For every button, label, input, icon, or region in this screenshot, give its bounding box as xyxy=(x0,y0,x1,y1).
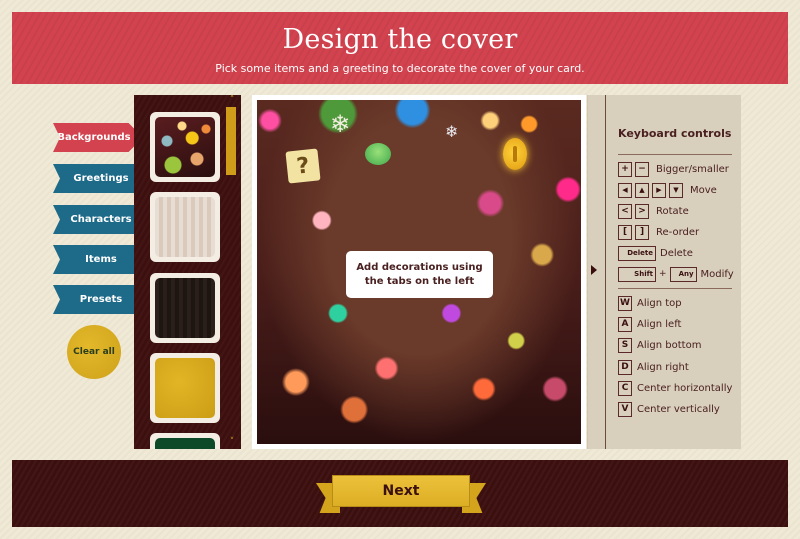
v-key: V xyxy=(618,401,632,417)
divider xyxy=(618,288,732,289)
left-arrow-key: ◀ xyxy=(618,182,632,198)
control-label: Delete xyxy=(660,247,693,259)
control-row-reorder: [ ] Re-order xyxy=(618,224,699,240)
chevron-down-icon[interactable]: ˅ xyxy=(227,437,237,447)
thumbnail-black-knit[interactable] xyxy=(150,273,220,343)
control-row-align-top: W Align top xyxy=(618,295,682,311)
control-row-center-vertically: V Center vertically xyxy=(618,401,720,417)
control-label: Rotate xyxy=(656,205,689,217)
delete-key: Delete xyxy=(618,245,656,261)
plus-key: + xyxy=(618,161,632,177)
thumbnail-image xyxy=(155,117,215,177)
control-row-align-bottom: S Align bottom xyxy=(618,337,701,353)
divider xyxy=(618,154,732,155)
thumbnail-green-pattern[interactable] xyxy=(150,433,220,449)
page-subtitle: Pick some items and a greeting to decora… xyxy=(215,62,585,75)
next-button-label: Next xyxy=(332,475,470,507)
control-row-center-horizontally: C Center horizontally xyxy=(618,380,732,396)
footer-bar: Next xyxy=(12,460,788,527)
a-key: A xyxy=(618,316,632,332)
minus-key: − xyxy=(635,161,649,177)
tab-presets[interactable]: Presets xyxy=(53,285,143,314)
s-key: S xyxy=(618,337,632,353)
control-label: Align bottom xyxy=(637,339,702,351)
left-bracket-key: [ xyxy=(618,224,632,240)
green-shell-decoration[interactable] xyxy=(365,143,391,165)
greater-than-key: > xyxy=(635,203,649,219)
thumbnail-image xyxy=(155,278,215,338)
control-row-modify: Shift + Any Modify xyxy=(618,266,734,282)
control-row-resize: + − Bigger/smaller xyxy=(618,161,729,177)
control-row-move: ◀ ▲ ▶ ▼ Move xyxy=(618,182,717,198)
collapse-panel-arrow-icon[interactable] xyxy=(591,265,597,275)
panel-divider xyxy=(605,95,606,449)
snowflake-decoration[interactable]: ❄ xyxy=(445,122,458,141)
thumbnail-gold-glitter[interactable] xyxy=(150,353,220,423)
next-button[interactable]: Next xyxy=(316,475,486,513)
c-key: C xyxy=(618,380,632,396)
control-row-align-left: A Align left xyxy=(618,316,681,332)
tab-greetings[interactable]: Greetings xyxy=(53,164,143,193)
control-label: Bigger/smaller xyxy=(656,163,729,175)
control-label: Move xyxy=(690,184,717,196)
d-key: D xyxy=(618,359,632,375)
thumbnail-list[interactable]: ˄ ˅ xyxy=(134,95,241,449)
plus-joiner: + xyxy=(659,269,667,279)
canvas-hint: Add decorations using the tabs on the le… xyxy=(346,251,493,298)
control-label: Align left xyxy=(637,318,682,330)
gold-coin-decoration[interactable] xyxy=(503,138,527,170)
thumbnail-image xyxy=(155,358,215,418)
thumbnail-image xyxy=(155,438,215,449)
down-arrow-key: ▼ xyxy=(669,182,683,198)
control-row-align-right: D Align right xyxy=(618,359,689,375)
control-label: Modify xyxy=(700,268,734,280)
clear-all-button[interactable]: Clear all xyxy=(67,325,121,379)
thumbnail-white-knit[interactable] xyxy=(150,192,220,262)
control-label: Re-order xyxy=(656,226,700,238)
page-title: Design the cover xyxy=(282,24,518,55)
keyboard-controls-panel: Keyboard controls + − Bigger/smaller ◀ ▲… xyxy=(587,95,741,449)
right-arrow-key: ▶ xyxy=(652,182,666,198)
w-key: W xyxy=(618,295,632,311)
control-row-delete: Delete Delete xyxy=(618,245,693,261)
shift-key: Shift xyxy=(618,266,656,282)
control-label: Align top xyxy=(637,297,682,309)
tab-characters[interactable]: Characters xyxy=(53,205,143,234)
controls-title: Keyboard controls xyxy=(618,127,732,140)
tab-backgrounds[interactable]: Backgrounds xyxy=(53,123,143,152)
control-label: Center vertically xyxy=(637,403,720,415)
card-cover-frame: ❄ ❄ ? Add decorations using the tabs on … xyxy=(252,95,586,449)
right-bracket-key: ] xyxy=(635,224,649,240)
question-block-decoration[interactable]: ? xyxy=(285,148,321,184)
scrollbar-thumb[interactable] xyxy=(226,107,236,175)
chevron-up-icon[interactable]: ˄ xyxy=(227,95,237,105)
page-header: Design the cover Pick some items and a g… xyxy=(12,12,788,84)
card-cover-canvas[interactable]: ❄ ❄ ? Add decorations using the tabs on … xyxy=(257,100,581,444)
thumbnail-bokeh-lights[interactable] xyxy=(150,112,220,182)
control-row-rotate: < > Rotate xyxy=(618,203,689,219)
tab-items[interactable]: Items xyxy=(53,245,143,274)
up-arrow-key: ▲ xyxy=(635,182,649,198)
control-label: Center horizontally xyxy=(637,382,733,394)
any-key: Any xyxy=(669,266,697,282)
control-label: Align right xyxy=(637,361,689,373)
snowflake-decoration[interactable]: ❄ xyxy=(330,110,350,138)
thumbnail-image xyxy=(155,197,215,257)
less-than-key: < xyxy=(618,203,632,219)
